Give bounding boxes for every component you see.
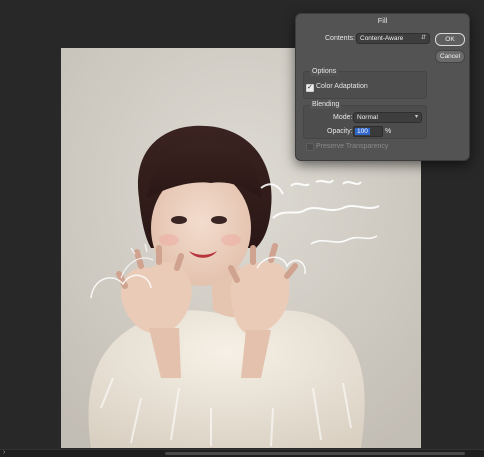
contents-value: Content-Aware: [360, 35, 404, 42]
ok-button[interactable]: OK: [435, 33, 465, 46]
preserve-transparency-checkbox[interactable]: [306, 143, 314, 151]
mode-value: Normal: [357, 114, 378, 121]
cancel-button[interactable]: Cancel: [435, 50, 465, 63]
chevron-updown-icon: ⇵: [420, 35, 426, 41]
blending-header: Blending: [310, 100, 342, 109]
contents-label: Contents:: [325, 35, 355, 42]
options-header: Options: [310, 67, 339, 76]
scrollbar-thumb[interactable]: [165, 452, 465, 455]
opacity-unit: %: [385, 128, 392, 135]
opacity-value: 100: [355, 128, 370, 135]
chevron-right-icon[interactable]: ›: [3, 449, 5, 457]
opacity-label: Opacity:: [327, 128, 353, 135]
contents-dropdown[interactable]: Content-Aware ⇵: [356, 33, 430, 44]
dialog-title: Fill: [377, 16, 388, 25]
horizontal-scrollbar[interactable]: ›: [0, 449, 484, 457]
preserve-transparency-label: Preserve Transparency: [316, 143, 389, 150]
photoshop-workspace: Fill Contents: Content-Aware ⇵ OK Cancel…: [0, 0, 484, 457]
color-adaptation-label[interactable]: Color Adaptation: [316, 82, 368, 91]
mode-label: Mode:: [333, 114, 353, 121]
chevron-down-icon: ▾: [414, 114, 418, 120]
fill-dialog: Fill Contents: Content-Aware ⇵ OK Cancel…: [295, 13, 470, 161]
color-adaptation-checkbox[interactable]: ✓: [306, 84, 314, 92]
checkmark-icon: ✓: [307, 84, 313, 91]
opacity-input[interactable]: 100: [353, 126, 383, 137]
mode-dropdown[interactable]: Normal ▾: [353, 112, 422, 123]
